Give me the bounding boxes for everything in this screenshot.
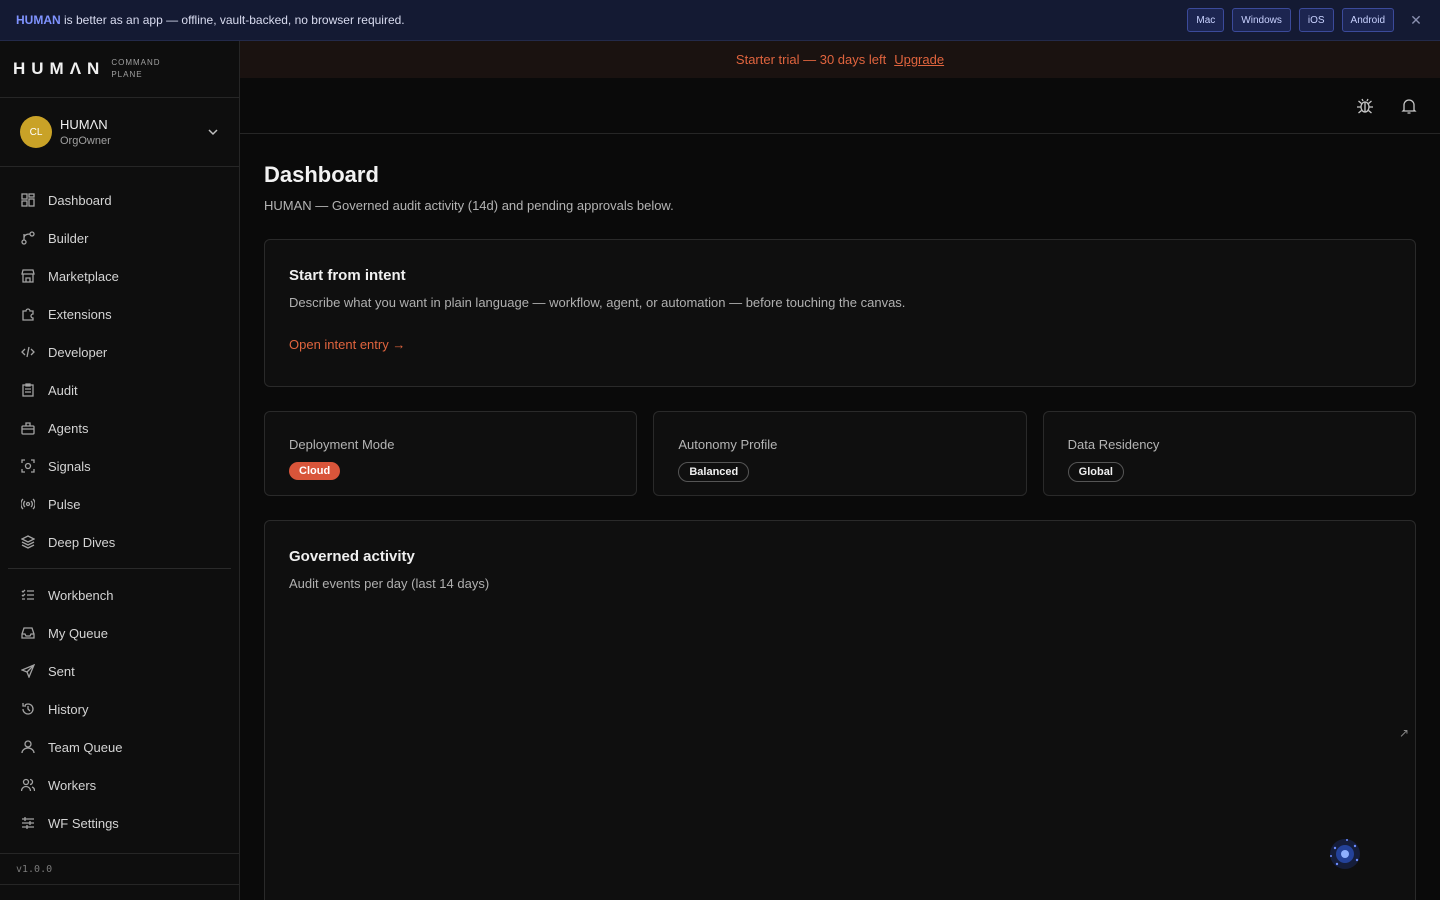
open-intent-link[interactable]: Open intent entry → <box>289 337 405 352</box>
banner-message: HUMAN is better as an app — offline, vau… <box>16 13 405 27</box>
logo-subtitle: COMMAND PLANE <box>111 58 161 79</box>
org-name: HUMΛN <box>60 117 108 132</box>
branch-icon <box>20 230 36 246</box>
org-role: OrgOwner <box>60 135 111 147</box>
puzzle-icon <box>20 306 36 322</box>
stats-row: Deployment Mode Cloud Autonomy Profile B… <box>264 411 1416 496</box>
activity-title: Governed activity <box>289 548 415 565</box>
sidebar-item-workbench[interactable]: Workbench <box>0 576 239 614</box>
logo[interactable]: HUMΛN COMMAND PLANE <box>0 41 239 98</box>
page-title: Dashboard <box>264 162 379 187</box>
intent-title: Start from intent <box>289 267 406 284</box>
send-icon <box>20 663 36 679</box>
top-toolbar <box>240 78 1440 134</box>
sidebar-item-dashboard[interactable]: Dashboard <box>0 181 239 219</box>
store-icon <box>20 268 36 284</box>
history-icon <box>20 701 36 717</box>
android-button[interactable]: Android <box>1341 8 1394 32</box>
clipboard-icon <box>20 382 36 398</box>
mac-button[interactable]: Mac <box>1187 8 1225 32</box>
sidebar-item-sent[interactable]: Sent <box>0 652 239 690</box>
version-label: v1.0.0 <box>0 853 239 885</box>
bug-icon[interactable] <box>1356 97 1374 115</box>
activity-card: Governed activity Audit events per day (… <box>264 520 1416 900</box>
bell-icon[interactable] <box>1400 97 1418 115</box>
sidebar-item-developer[interactable]: Developer <box>0 333 239 371</box>
sidebar-item-audit[interactable]: Audit <box>0 371 239 409</box>
autonomy-profile-card: Autonomy Profile Balanced <box>653 411 1027 496</box>
trial-banner: Starter trial — 30 days left Upgrade <box>240 41 1440 78</box>
broadcast-icon <box>20 496 36 512</box>
sidebar: HUMΛN COMMAND PLANE CL HUMΛN OrgOwner Das… <box>0 41 240 900</box>
sidebar-item-team-queue[interactable]: Team Queue <box>0 728 239 766</box>
nav-divider <box>8 568 231 569</box>
deployment-mode-card: Deployment Mode Cloud <box>264 411 638 496</box>
sidebar-item-agents[interactable]: Agents <box>0 409 239 447</box>
intent-description: Describe what you want in plain language… <box>289 295 906 310</box>
data-residency-card: Data Residency Global <box>1042 411 1416 496</box>
sidebar-item-extensions[interactable]: Extensions <box>0 295 239 333</box>
main-content: Dashboard HUMAN — Governed audit activit… <box>264 134 1416 900</box>
assistant-orb-icon[interactable] <box>1325 834 1365 874</box>
logo-word: HUMΛN <box>13 59 106 78</box>
sidebar-item-signals[interactable]: Signals <box>0 447 239 485</box>
org-switcher[interactable]: CL HUMΛN OrgOwner <box>0 98 239 167</box>
sidebar-item-marketplace[interactable]: Marketplace <box>0 257 239 295</box>
banner-text: is better as an app — offline, vault-bac… <box>60 13 405 27</box>
activity-description: Audit events per day (last 14 days) <box>289 576 490 591</box>
sidebar-item-pulse[interactable]: Pulse <box>0 485 239 523</box>
ios-button[interactable]: iOS <box>1298 8 1334 32</box>
users-icon <box>20 777 36 793</box>
user-icon <box>20 739 36 755</box>
close-icon[interactable]: ✕ <box>1408 12 1424 29</box>
status-badge: Global <box>1067 462 1124 482</box>
trial-text: Starter trial — 30 days left <box>735 52 887 67</box>
sidebar-item-builder[interactable]: Builder <box>0 219 239 257</box>
sliders-icon <box>20 815 36 831</box>
avatar: CL <box>20 116 52 148</box>
stat-label: Data Residency <box>1067 437 1160 452</box>
banner-brand: HUMAN <box>16 13 61 27</box>
grid-icon <box>20 192 36 208</box>
intent-card: Start from intent Describe what you want… <box>264 239 1416 387</box>
briefcase-icon <box>20 420 36 436</box>
sidebar-item-deep-dives[interactable]: Deep Dives <box>0 523 239 561</box>
stat-label: Autonomy Profile <box>678 437 778 452</box>
sidebar-item-history[interactable]: History <box>0 690 239 728</box>
scan-icon <box>20 458 36 474</box>
code-icon <box>20 344 36 360</box>
sidebar-item-wf-settings[interactable]: WF Settings <box>0 804 239 842</box>
inbox-icon <box>20 625 36 641</box>
status-badge: Balanced <box>678 462 750 482</box>
windows-button[interactable]: Windows <box>1232 8 1291 32</box>
upgrade-link[interactable]: Upgrade <box>894 52 944 67</box>
layers-icon <box>20 534 36 550</box>
nav-primary: Dashboard Builder Marketplace Extensions… <box>0 167 239 842</box>
sidebar-item-my-queue[interactable]: My Queue <box>0 614 239 652</box>
app-download-banner: HUMAN is better as an app — offline, vau… <box>0 0 1440 41</box>
stat-label: Deployment Mode <box>289 437 395 452</box>
status-badge: Cloud <box>289 462 341 480</box>
page-subtitle: HUMAN — Governed audit activity (14d) an… <box>264 198 674 213</box>
sidebar-item-workers[interactable]: Workers <box>0 766 239 804</box>
platform-buttons: Mac Windows iOS Android ✕ <box>1187 8 1424 32</box>
expand-icon[interactable]: ↗ <box>1399 726 1409 740</box>
chevron-down-icon[interactable] <box>207 126 219 138</box>
list-check-icon <box>20 587 36 603</box>
